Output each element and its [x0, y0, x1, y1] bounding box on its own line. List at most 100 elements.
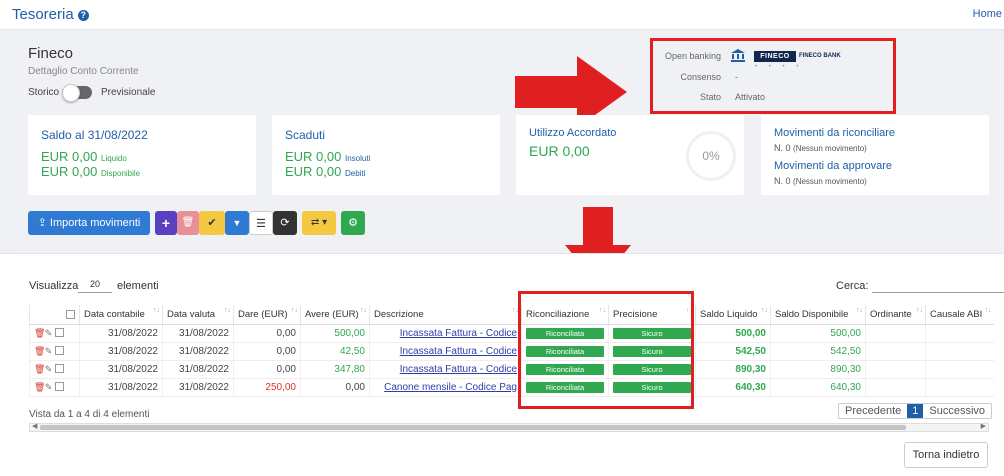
page-title: Tesoreria? — [12, 6, 89, 23]
refresh-icon: ⟳ — [280, 217, 290, 229]
delete-button[interactable]: 🗑 — [177, 211, 199, 235]
row-checkbox[interactable] — [55, 364, 65, 374]
cell-descrizione[interactable]: Incassata Fattura - Codice — [369, 360, 522, 379]
sort-icon[interactable]: ↑↓ — [985, 307, 992, 314]
cell-data-contabile: 31/08/2022 — [79, 378, 163, 397]
select-all-checkbox[interactable] — [66, 309, 75, 319]
cell-causale-abi — [925, 360, 994, 379]
table-summary: Vista da 1 a 4 di 4 elementi — [29, 409, 150, 420]
saldo-title: Saldo al 31/08/2022 — [41, 128, 148, 142]
sort-icon[interactable]: ↑↓ — [761, 307, 768, 314]
storico-previsionale-toggle[interactable] — [62, 84, 92, 102]
cell-saldo-liquido: 500,00 — [695, 324, 771, 343]
row-checkbox[interactable] — [55, 346, 65, 356]
column-header[interactable]: Avere (EUR) ↑↓ — [300, 305, 370, 325]
scrollbar-thumb[interactable] — [40, 425, 906, 430]
cell-data-valuta: 31/08/2022 — [162, 360, 234, 379]
next-page-button[interactable]: Successivo — [923, 404, 991, 418]
scroll-right-icon[interactable]: ▶ — [981, 422, 986, 430]
approve-button[interactable]: ✔ — [199, 211, 225, 235]
cell-dare: 0,00 — [233, 324, 301, 343]
scaduti-insoluti: EUR 0,00 Insoluti — [285, 149, 371, 164]
cell-data-valuta: 31/08/2022 — [162, 324, 234, 343]
home-link[interactable]: Home — [973, 8, 1002, 20]
cell-descrizione[interactable]: Incassata Fattura - Codice — [369, 324, 522, 343]
pencil-icon[interactable]: ✎ — [45, 382, 53, 393]
table-row[interactable]: 🗑 ✎ 31/08/2022 31/08/2022 250,00 0,00 Ca… — [29, 378, 994, 397]
cell-descrizione[interactable]: Incassata Fattura - Codice — [369, 342, 522, 361]
cell-dare: 0,00 — [233, 342, 301, 361]
show-label: Visualizza — [29, 280, 79, 292]
saldo-liquido: EUR 0,00 Liquido — [41, 149, 127, 164]
list-button[interactable]: ☰ — [249, 211, 273, 235]
sort-icon[interactable]: ↑↓ — [360, 307, 367, 314]
cell-descrizione[interactable]: Canone mensile - Codice Pag — [369, 378, 522, 397]
help-icon[interactable]: ? — [77, 10, 89, 21]
column-header[interactable]: Saldo Liquido ↑↓ — [695, 305, 771, 325]
sort-icon[interactable]: ↑↓ — [291, 307, 298, 314]
page-size-select[interactable]: 20 — [78, 279, 112, 293]
top-bar: Tesoreria? Home — [0, 0, 1004, 30]
fineco-logo: FINECO — [754, 51, 796, 62]
refresh-button[interactable]: ⟳ — [273, 211, 297, 235]
cell-dare: 250,00 — [233, 378, 301, 397]
cell-causale-abi — [925, 324, 994, 343]
cell-avere: 347,80 — [300, 360, 370, 379]
pencil-icon[interactable]: ✎ — [45, 328, 53, 339]
cell-saldo-disponibile: 890,30 — [770, 360, 866, 379]
column-header[interactable]: Dare (EUR) ↑↓ — [233, 305, 301, 325]
trash-icon[interactable]: 🗑 — [34, 328, 45, 338]
pencil-icon[interactable]: ✎ — [45, 364, 53, 375]
cell-saldo-liquido: 542,50 — [695, 342, 771, 361]
cell-data-contabile: 31/08/2022 — [79, 324, 163, 343]
horizontal-scrollbar[interactable]: ◀ ▶ — [29, 423, 989, 432]
reconciliation-highlight-box — [518, 291, 694, 409]
trash-icon[interactable]: 🗑 — [34, 346, 45, 356]
table-row[interactable]: 🗑 ✎ 31/08/2022 31/08/2022 0,00 500,00 In… — [29, 324, 994, 343]
consenso-value: - — [735, 72, 738, 82]
exchange-icon: ⇄ ▾ — [310, 217, 328, 228]
open-banking-label: Open banking — [664, 51, 721, 61]
row-checkbox[interactable] — [55, 328, 65, 338]
column-header[interactable]: Causale ABI ↑↓ — [925, 305, 994, 325]
previous-page-button[interactable]: Precedente — [839, 404, 907, 418]
pagination: Precedente 1 Successivo — [838, 403, 993, 419]
column-header[interactable]: Ordinante ↑↓ — [865, 305, 926, 325]
cell-data-contabile: 31/08/2022 — [79, 360, 163, 379]
back-button[interactable]: Torna indietro — [904, 442, 988, 468]
settings-button[interactable]: ⚙ — [341, 211, 365, 235]
movimenti-riconciliare-count: N. 0 (Nessun movimento) — [774, 143, 867, 153]
column-header[interactable]: Saldo Disponibile ↑↓ — [770, 305, 866, 325]
stato-value: Attivato — [735, 92, 766, 102]
trash-icon: 🗑 — [181, 217, 195, 228]
add-button[interactable]: + — [155, 211, 177, 235]
gear-icon: ⚙ — [348, 217, 358, 229]
column-header[interactable]: Data contabile ↑↓ — [79, 305, 163, 325]
sort-icon[interactable]: ↑↓ — [916, 307, 923, 314]
cell-dare: 0,00 — [233, 360, 301, 379]
scroll-left-icon[interactable]: ◀ — [32, 422, 37, 430]
sort-icon[interactable]: ↑↓ — [224, 307, 231, 314]
movimenti-approvare-link[interactable]: Movimenti da approvare — [774, 160, 892, 172]
column-header[interactable]: Data valuta ↑↓ — [162, 305, 234, 325]
column-header[interactable]: Descrizione ↑↓ — [369, 305, 522, 325]
row-checkbox[interactable] — [55, 382, 65, 392]
trash-icon[interactable]: 🗑 — [34, 364, 45, 374]
exchange-dropdown-button[interactable]: ⇄ ▾ — [302, 211, 336, 235]
utilizzo-card: Utilizzo Accordato EUR 0,00 0% — [516, 115, 744, 195]
movimenti-riconciliare-link[interactable]: Movimenti da riconciliare — [774, 127, 895, 139]
pencil-icon[interactable]: ✎ — [45, 346, 53, 357]
table-row[interactable]: 🗑 ✎ 31/08/2022 31/08/2022 0,00 347,80 In… — [29, 360, 994, 379]
sort-icon[interactable]: ↑↓ — [153, 307, 160, 314]
filter-button[interactable]: ▼ — [225, 211, 249, 235]
cell-avere: 0,00 — [300, 378, 370, 397]
table-header-row: Data contabile ↑↓ Data valuta ↑↓ Dare (EUR… — [29, 305, 994, 325]
stato-label: Stato — [699, 92, 721, 102]
import-movimenti-button[interactable]: ⇪ Importa movimenti — [28, 211, 150, 235]
page-1-button[interactable]: 1 — [907, 404, 924, 418]
table-row[interactable]: 🗑 ✎ 31/08/2022 31/08/2022 0,00 42,50 Inc… — [29, 342, 994, 361]
filter-icon: ▼ — [232, 218, 242, 228]
search-input[interactable] — [872, 279, 1004, 293]
trash-icon[interactable]: 🗑 — [34, 382, 45, 392]
sort-icon[interactable]: ↑↓ — [856, 307, 863, 314]
